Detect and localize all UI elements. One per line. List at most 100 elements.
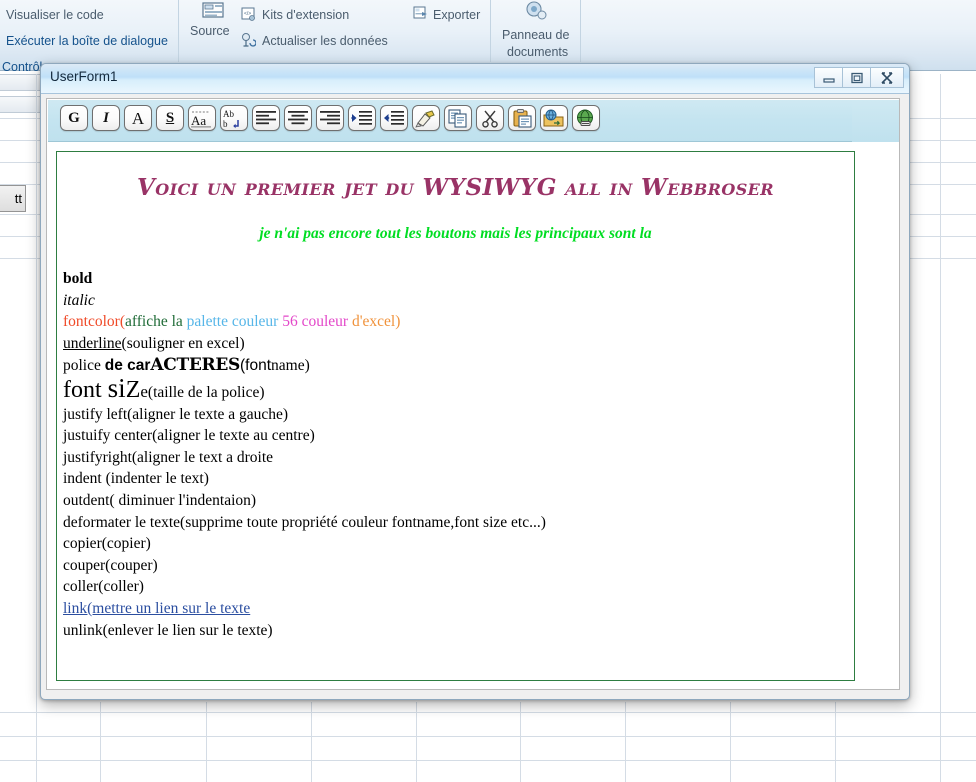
userform-titlebar[interactable]: UserForm1 bbox=[41, 64, 909, 94]
copy-button[interactable] bbox=[444, 105, 472, 131]
police-part-1: police bbox=[63, 357, 105, 375]
fontcolor-part-1: fontcolor( bbox=[63, 313, 125, 331]
italic-button-label: I bbox=[103, 109, 109, 126]
minimize-button[interactable] bbox=[814, 67, 842, 88]
close-icon bbox=[881, 71, 893, 84]
link-button[interactable] bbox=[540, 105, 568, 131]
fontsize-button[interactable]: Aa bbox=[188, 105, 216, 131]
ribbon-item-source[interactable]: Source bbox=[190, 24, 230, 38]
change-case-icon: Ab b bbox=[223, 109, 239, 129]
align-center-button[interactable] bbox=[284, 105, 312, 131]
ribbon-item-actualiser-donnees[interactable]: Actualiser les données bbox=[262, 34, 388, 48]
kits-extension-icon: </> bbox=[241, 7, 255, 21]
toolbar-filler bbox=[852, 100, 899, 142]
fontsize-part-1: font bbox=[63, 376, 108, 403]
line-coller: coller(coller) bbox=[63, 578, 144, 596]
ribbon-item-panneau-de[interactable]: Panneau de bbox=[502, 28, 569, 42]
fontsize-part-3: Z bbox=[125, 376, 141, 403]
editor-heading: Voici un premier jet du WYSIWYG all in W… bbox=[137, 174, 774, 201]
excel-ribbon: Visualiser le code Exécuter la boîte de … bbox=[0, 0, 976, 74]
paste-button[interactable] bbox=[508, 105, 536, 131]
ribbon-item-documents[interactable]: documents bbox=[507, 45, 568, 59]
minimize-icon bbox=[822, 77, 835, 83]
maximize-button[interactable] bbox=[842, 67, 870, 88]
ribbon-item-visualiser-le-code[interactable]: Visualiser le code bbox=[6, 8, 104, 22]
fontsize-part-5: (taille de la police) bbox=[147, 383, 265, 401]
worksheet-tt-button[interactable]: tt bbox=[0, 185, 26, 212]
police-part-5: name) bbox=[271, 357, 310, 375]
fontname-button-label: A bbox=[131, 108, 145, 128]
wysiwyg-editor-area[interactable]: Voici un premier jet du WYSIWYG all in W… bbox=[56, 151, 855, 681]
fontcolor-part-3: palette couleur bbox=[186, 313, 283, 331]
line-police: police de carACTERES(fontname) bbox=[63, 355, 848, 377]
svg-text:Aa: Aa bbox=[191, 113, 206, 128]
align-left-icon bbox=[256, 110, 276, 124]
line-bold: bold bbox=[63, 269, 848, 290]
align-right-icon bbox=[320, 110, 340, 124]
cut-button[interactable] bbox=[476, 105, 504, 131]
close-button[interactable] bbox=[870, 67, 904, 88]
outdent-button[interactable] bbox=[380, 105, 408, 131]
fontcolor-part-4: 56 couleur bbox=[282, 313, 352, 331]
ribbon-item-exporter[interactable]: Exporter bbox=[433, 8, 480, 22]
bold-button[interactable]: G bbox=[60, 105, 88, 131]
line-bold-text: bold bbox=[63, 270, 93, 287]
line-unlink: unlink(enlever le lien sur le texte) bbox=[63, 621, 273, 639]
line-underline: underline(souligner en excel) bbox=[63, 334, 848, 355]
align-right-button[interactable] bbox=[316, 105, 344, 131]
line-indent: indent (indenter le text) bbox=[63, 470, 209, 488]
line-outdent: outdent( diminuer l'indentaion) bbox=[63, 491, 257, 509]
editor-content-lines: bold italic fontcolor(affiche la palette… bbox=[63, 269, 848, 641]
grid-col-line bbox=[730, 702, 731, 782]
ribbon-item-executer-boite-dialogue[interactable]: Exécuter la boîte de dialogue bbox=[6, 34, 168, 48]
clear-format-button[interactable] bbox=[412, 105, 440, 131]
police-part-4: (font bbox=[240, 357, 272, 375]
unlink-button[interactable] bbox=[572, 105, 600, 131]
svg-text:Ab: Ab bbox=[223, 109, 234, 119]
underline-part-1: underline bbox=[63, 334, 122, 352]
window-controls bbox=[814, 67, 904, 88]
ribbon-group-label-controles: Contrôl bbox=[2, 60, 43, 74]
align-center-icon bbox=[288, 110, 308, 124]
grid-col-line bbox=[206, 702, 207, 782]
userform-body: G I A S Aa Ab b Voici un premier jet du … bbox=[46, 98, 900, 690]
underline-part-2: (souligner en excel) bbox=[121, 334, 245, 352]
police-part-3: ACTERES bbox=[150, 355, 241, 376]
italic-button[interactable]: I bbox=[92, 105, 120, 131]
grid-row-line bbox=[0, 760, 976, 761]
line-justify-left: justify left(aligner le texte a gauche) bbox=[63, 405, 289, 423]
underline-button[interactable]: S bbox=[156, 105, 184, 131]
line-fontsize: font siZe(taille de la police) bbox=[63, 374, 848, 404]
scissors-icon bbox=[482, 110, 498, 128]
fontsize-part-4: e bbox=[140, 381, 148, 401]
change-case-button[interactable]: Ab b bbox=[220, 105, 248, 131]
link-hyperlink[interactable]: link(mettre un lien sur le texte bbox=[63, 600, 250, 617]
userform-title: UserForm1 bbox=[50, 69, 118, 84]
copy-icon bbox=[448, 108, 467, 128]
svg-text:b: b bbox=[223, 119, 228, 129]
exporter-icon bbox=[413, 6, 427, 19]
userform-window: UserForm1 G I A S Aa Ab b Voici un premi… bbox=[40, 63, 910, 700]
police-part-2: de car bbox=[104, 357, 151, 375]
line-deformater: deformater le texte(supprime toute propr… bbox=[63, 513, 546, 531]
link-globe-folder-icon bbox=[543, 109, 564, 126]
indent-button[interactable] bbox=[348, 105, 376, 131]
grid-row-line bbox=[0, 736, 976, 737]
indent-icon bbox=[351, 110, 372, 125]
line-italic: italic bbox=[63, 291, 848, 312]
editor-toolbar: G I A S Aa Ab b bbox=[48, 100, 852, 142]
source-icon bbox=[202, 2, 224, 18]
paintbrush-eraser-icon bbox=[415, 109, 435, 128]
ribbon-item-kits-extension[interactable]: Kits d'extension bbox=[262, 8, 349, 22]
outdent-icon bbox=[384, 110, 404, 125]
line-fontcolor: fontcolor(affiche la palette couleur 56 … bbox=[63, 312, 848, 333]
grid-col-line bbox=[100, 702, 101, 782]
fontsize-part-2: si bbox=[107, 372, 126, 403]
align-left-button[interactable] bbox=[252, 105, 280, 131]
fontname-button[interactable]: A bbox=[124, 105, 152, 131]
font-size-icon: Aa bbox=[191, 111, 211, 128]
bold-button-label: G bbox=[68, 109, 80, 126]
editor-subheading: je n'ai pas encore tout les boutons mais… bbox=[259, 225, 652, 242]
maximize-icon bbox=[850, 72, 863, 83]
actualiser-donnees-icon bbox=[242, 33, 256, 47]
